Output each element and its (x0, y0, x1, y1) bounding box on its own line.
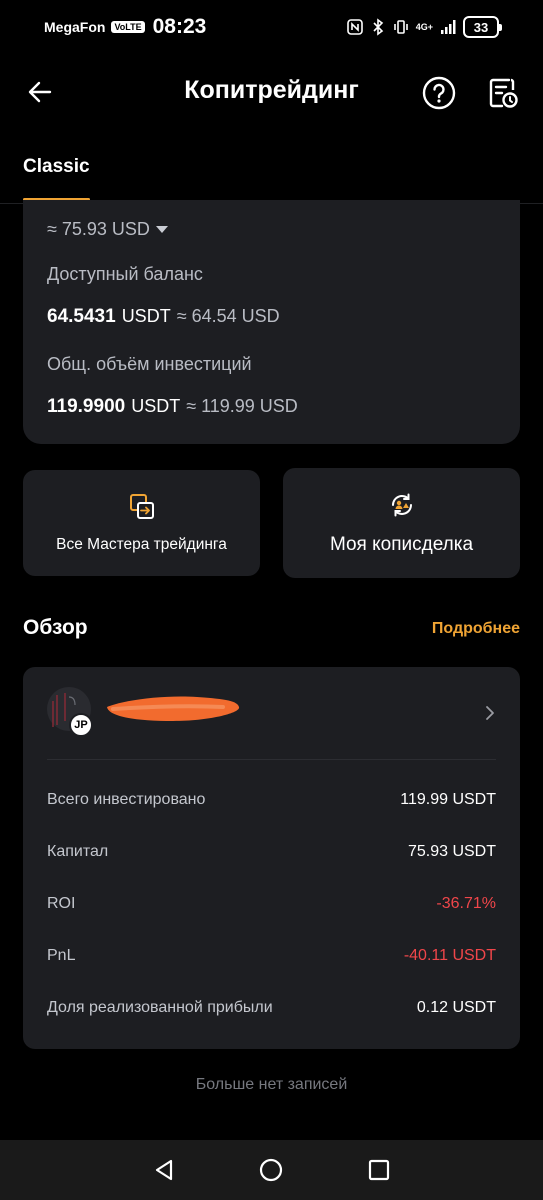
stat-label: Доля реализованной прибыли (47, 999, 273, 1016)
redaction-mark (107, 696, 240, 721)
stat-label: Капитал (47, 843, 109, 860)
back-button[interactable] (22, 74, 58, 110)
all-masters-button[interactable]: Все Мастера трейдинга (23, 470, 260, 576)
stat-label: PnL (47, 947, 76, 964)
network-type: 4G+ (415, 21, 433, 32)
signal-icon (441, 20, 456, 34)
chevron-right-icon (486, 706, 494, 720)
available-conversion: ≈ 64.54 USD (176, 306, 280, 326)
system-nav-bar (0, 1140, 543, 1200)
stat-value: -40.11 USDT (403, 947, 496, 964)
available-balance-value: 64.5431 USDT ≈ 64.54 USD (47, 306, 280, 328)
status-right: 4G+ 33 (346, 16, 502, 38)
no-more-records: Больше нет записей (195, 1076, 348, 1093)
my-copy-trade-button[interactable]: Моя кописделка (283, 468, 520, 578)
status-time: 08:23 (152, 15, 207, 38)
stat-label: ROI (47, 895, 76, 912)
stat-row-invested: Всего инвестировано 119.99 USDT (47, 785, 496, 815)
stat-row-roi: ROI -36.71% (47, 889, 496, 919)
history-button[interactable] (484, 74, 522, 112)
help-button[interactable] (420, 74, 458, 112)
stat-value: -36.71% (436, 895, 496, 912)
stat-value: 0.12 USDT (416, 999, 496, 1016)
my-copy-trade-label: Моя кописделка (329, 534, 474, 555)
square-recents-icon (369, 1159, 390, 1181)
stat-value: 75.93 USDT (407, 843, 496, 860)
region-badge: JP (69, 713, 93, 737)
triangle-back-icon (155, 1159, 172, 1181)
investment-amount: 119.9900 (47, 396, 126, 417)
nfc-icon (346, 19, 363, 35)
balance-card: ≈ 75.93 USD Доступный баланс 64.5431 USD… (23, 200, 520, 444)
all-masters-label: Все Мастера трейдинга (56, 536, 227, 553)
status-bar: MegaFon VoLTE 08:23 4G+ 33 (0, 0, 543, 54)
stat-label: Всего инвестировано (47, 791, 206, 808)
overview-title: Обзор (23, 616, 88, 639)
bluetooth-icon (373, 18, 383, 36)
battery-indicator: 33 (463, 16, 502, 38)
overview-card: JP Всего инвестировано 119.99 USDT Капит… (23, 667, 520, 1049)
nav-recents-button[interactable] (362, 1153, 396, 1187)
tab-bar: Classic (0, 140, 543, 204)
overview-more-link[interactable]: Подробнее (432, 620, 520, 638)
circle-home-icon (260, 1158, 283, 1182)
tab-classic[interactable]: Classic (23, 156, 90, 178)
status-left: MegaFon VoLTE 08:23 (44, 15, 206, 39)
copy-trade-cycle-icon (391, 493, 412, 517)
nav-home-button[interactable] (254, 1153, 288, 1187)
app-header: Копитрейдинг (0, 60, 543, 126)
page-title: Копитрейдинг (184, 76, 359, 104)
volte-badge: VoLTE (111, 21, 145, 33)
investment-value: 119.9900 USDT ≈ 119.99 USD (47, 396, 298, 418)
stat-row-pnl: PnL -40.11 USDT (47, 941, 496, 971)
overview-divider (47, 759, 496, 760)
investment-label: Общ. объём инвестиций (47, 354, 252, 374)
stat-row-realized-profit: Доля реализованной прибыли 0.12 USDT (47, 993, 496, 1023)
vibrate-icon (393, 20, 408, 34)
investment-unit: USDT (131, 396, 181, 416)
approx-balance: ≈ 75.93 USD (47, 219, 150, 239)
stat-row-capital: Капитал 75.93 USDT (47, 837, 496, 867)
stat-value: 119.99 USDT (400, 791, 496, 808)
caret-down-icon (155, 226, 168, 233)
available-unit: USDT (121, 306, 171, 326)
available-balance-label: Доступный баланс (47, 264, 203, 284)
document-clock-icon (489, 78, 518, 108)
swap-arrows-icon (129, 494, 154, 519)
arrow-left-icon (28, 81, 52, 103)
available-amount: 64.5431 (47, 306, 116, 327)
app-screen: MegaFon VoLTE 08:23 4G+ 33 Копитрейдинг … (0, 0, 543, 1200)
nav-back-button[interactable] (147, 1153, 181, 1187)
trader-row[interactable]: JP (23, 667, 520, 759)
carrier-name: MegaFon (44, 19, 106, 35)
question-circle-icon (422, 76, 456, 110)
currency-dropdown[interactable]: ≈ 75.93 USD (47, 219, 168, 240)
investment-conversion: ≈ 119.99 USD (186, 396, 298, 416)
